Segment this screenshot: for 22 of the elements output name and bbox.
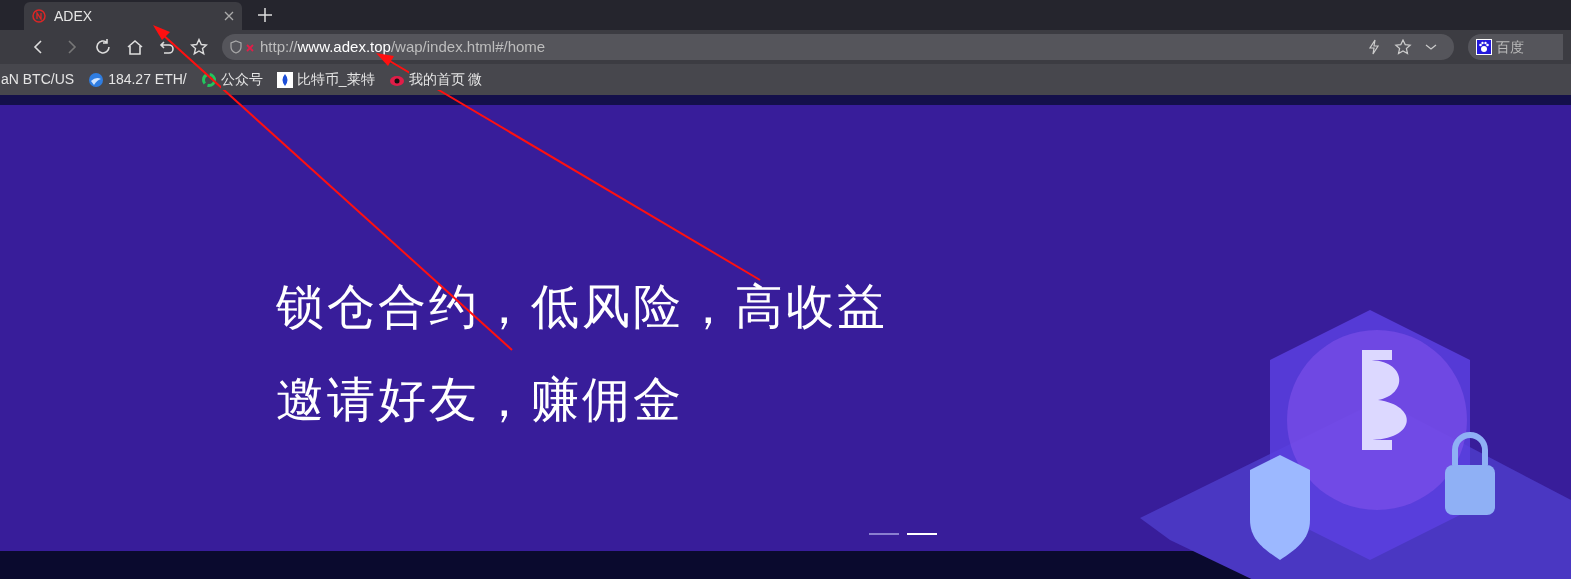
search-field[interactable]: 百度 — [1468, 34, 1563, 60]
close-icon[interactable] — [224, 11, 234, 21]
search-engine-label: 百度 — [1496, 37, 1524, 57]
reload-icon[interactable] — [94, 38, 112, 56]
url-text: http://www.adex.top/wap/index.html#/home — [260, 36, 547, 57]
ring-icon — [200, 71, 217, 88]
site-logo-icon — [32, 9, 46, 23]
globe-icon — [88, 71, 105, 88]
browser-tab[interactable]: ADEX — [24, 2, 242, 30]
star-icon[interactable] — [190, 38, 208, 56]
lightning-icon[interactable] — [1366, 39, 1382, 55]
tab-title: ADEX — [54, 6, 94, 26]
undo-icon[interactable] — [158, 38, 176, 56]
banner-headline: 邀请好友，赚佣金 — [276, 376, 685, 424]
drop-icon — [276, 71, 293, 88]
new-tab-icon[interactable] — [258, 8, 272, 22]
home-icon[interactable] — [126, 38, 144, 56]
star-icon[interactable] — [1394, 39, 1412, 55]
paw-icon — [1476, 39, 1492, 55]
address-bar[interactable]: http://www.adex.top/wap/index.html#/home — [222, 34, 1454, 60]
banner-headline: 锁仓合约，低风险，高收益 — [276, 283, 888, 331]
shield-icon — [230, 40, 256, 54]
